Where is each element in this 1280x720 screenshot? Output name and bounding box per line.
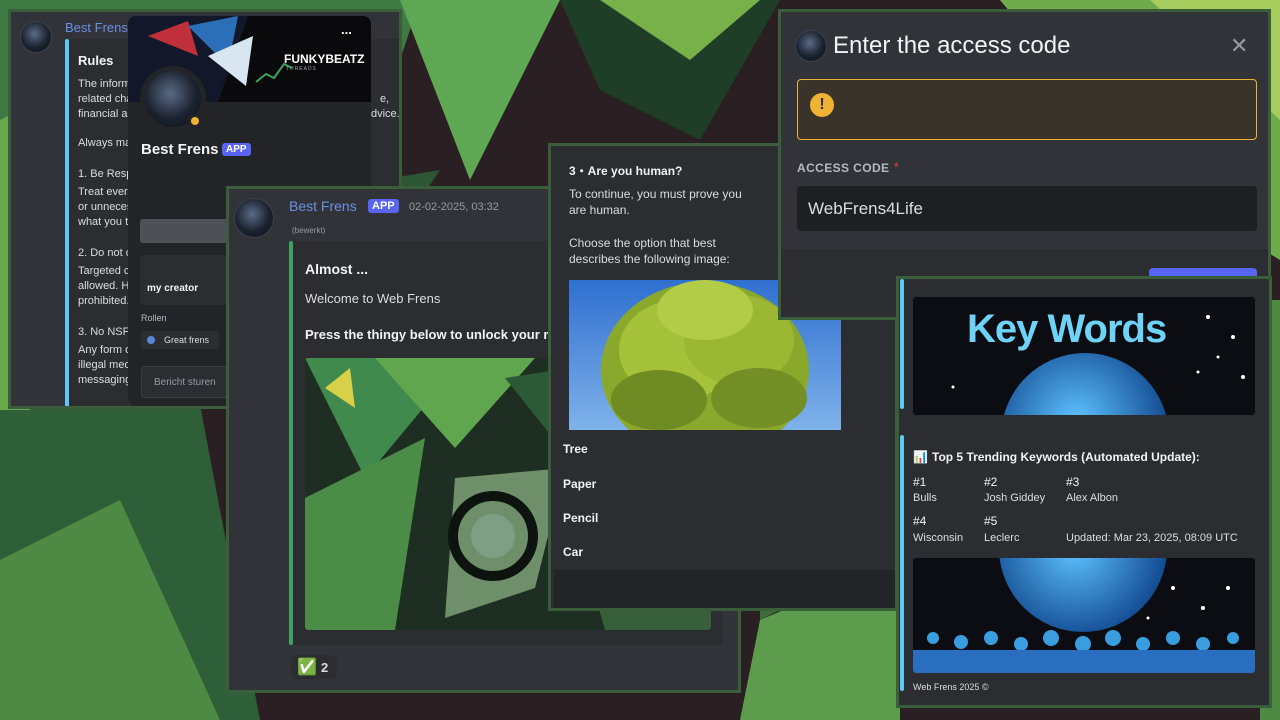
- access-code-input[interactable]: WebFrens4Life: [797, 186, 1257, 231]
- keywords-footer-image: [913, 558, 1255, 673]
- message-timestamp: 02-02-2025, 03:32: [409, 201, 499, 213]
- updated-timestamp: Updated: Mar 23, 2025, 08:09 UTC: [1066, 532, 1238, 544]
- author-name[interactable]: Best Frens: [65, 20, 128, 35]
- embed-accent-bar: [900, 279, 904, 409]
- access-code-label: ACCESS CODE: [797, 161, 890, 175]
- keyword-rank: #5: [984, 514, 998, 528]
- message-placeholder: Bericht sturen: [154, 377, 216, 388]
- rules-line: related cha: [78, 93, 133, 105]
- status-idle-icon: [188, 114, 202, 128]
- embed-accent-bar: [900, 435, 904, 691]
- embed-instruction: Press the thingy below to unlock your r: [305, 327, 549, 342]
- rules-line: or unneces: [78, 201, 133, 213]
- embed-title: Almost ...: [305, 261, 369, 277]
- modal-title: Enter the access code: [833, 32, 1071, 59]
- moon-crowd-image: [913, 558, 1255, 673]
- rules-line-tail: dvice.: [371, 108, 400, 120]
- keyword-word: Alex Albon: [1066, 492, 1118, 504]
- access-code-value: WebFrens4Life: [808, 199, 923, 218]
- rules-line: financial ac: [78, 108, 134, 120]
- keywords-heading: Top 5 Trending Keywords (Automated Updat…: [932, 450, 1200, 464]
- option-pencil[interactable]: Pencil: [563, 511, 598, 525]
- more-options-button[interactable]: ...: [341, 22, 352, 37]
- access-code-modal: Enter the access code ✕ ! ACCESS CODE * …: [778, 9, 1271, 320]
- profile-about-section: [140, 255, 240, 305]
- keyword-rank: #4: [913, 514, 927, 528]
- option-car[interactable]: Car: [563, 545, 583, 559]
- rules-line: The inform: [78, 78, 131, 90]
- role-name: Great frens: [164, 335, 210, 345]
- role-chip[interactable]: Great frens: [141, 331, 219, 349]
- warning-icon: !: [810, 93, 834, 117]
- warning-box: !: [797, 79, 1257, 140]
- captcha-prompt: To continue, you must prove you are huma…: [569, 187, 742, 217]
- bot-avatar[interactable]: [20, 21, 52, 53]
- rules-line: prohibited.: [78, 295, 130, 307]
- rules-line: Targeted cu: [78, 265, 136, 277]
- option-tree[interactable]: Tree: [563, 442, 588, 456]
- reaction-count: 2: [321, 660, 329, 675]
- message-input[interactable]: Bericht sturen: [141, 366, 237, 398]
- profile-action-bar[interactable]: [140, 219, 240, 243]
- captcha-options: Tree Paper Pencil Car: [551, 430, 895, 570]
- captcha-title: 3・Are you human?: [569, 164, 683, 178]
- option-paper[interactable]: Paper: [563, 477, 596, 491]
- bot-avatar[interactable]: [234, 198, 274, 238]
- keyword-word: Leclerc: [984, 532, 1020, 544]
- rules-line-tail: e,: [380, 93, 390, 105]
- chart-icon: 📊: [913, 450, 928, 464]
- banner-title: Key Words: [967, 307, 1167, 351]
- close-icon[interactable]: ✕: [1230, 33, 1248, 59]
- required-mark: *: [894, 160, 899, 174]
- app-badge: APP: [222, 143, 251, 156]
- roles-title: Rollen: [141, 313, 167, 323]
- profile-name: Best Frens: [141, 141, 219, 158]
- keywords-banner: Key Words: [913, 297, 1255, 415]
- brand-text: FUNKYBEATZ: [284, 52, 365, 66]
- captcha-footer: [554, 570, 895, 608]
- rules-line: what you th: [78, 216, 135, 228]
- edited-label: (bewerkt): [292, 226, 326, 235]
- app-badge: APP: [368, 199, 399, 213]
- keyword-rank: #2: [984, 475, 998, 489]
- rules-line: allowed. Ho: [78, 280, 136, 292]
- creator-field: my creator: [147, 283, 199, 294]
- keywords-panel: Key Words 📊 Top 5 Trending Keywords (Aut…: [896, 276, 1272, 708]
- rules-line: illegal med: [78, 359, 131, 371]
- role-color-dot: [147, 336, 155, 344]
- keyword-word: Josh Giddey: [984, 492, 1046, 504]
- reaction-pill[interactable]: ✅ 2: [291, 655, 337, 679]
- rules-line: 2. Do not c: [78, 247, 132, 259]
- rules-line: Any form o: [78, 344, 132, 356]
- rules-line: messaging: [78, 374, 132, 386]
- embed-description: Welcome to Web Frens: [305, 291, 441, 306]
- footer-copyright: Web Frens 2025 ©: [913, 682, 989, 692]
- keyword-word: Wisconsin: [913, 532, 964, 544]
- brand-subtext: THREADS: [286, 66, 317, 72]
- bot-avatar: [795, 30, 827, 62]
- checkmark-emoji-icon: ✅: [297, 659, 317, 676]
- rules-title: Rules: [78, 53, 114, 68]
- keyword-rank: #1: [913, 475, 927, 489]
- rules-line: Treat every: [78, 186, 134, 198]
- author-name[interactable]: Best Frens: [289, 198, 357, 214]
- keyword-rank: #3: [1066, 475, 1080, 489]
- captcha-instruction: Choose the option that best describes th…: [569, 236, 730, 266]
- keyword-word: Bulls: [913, 492, 937, 504]
